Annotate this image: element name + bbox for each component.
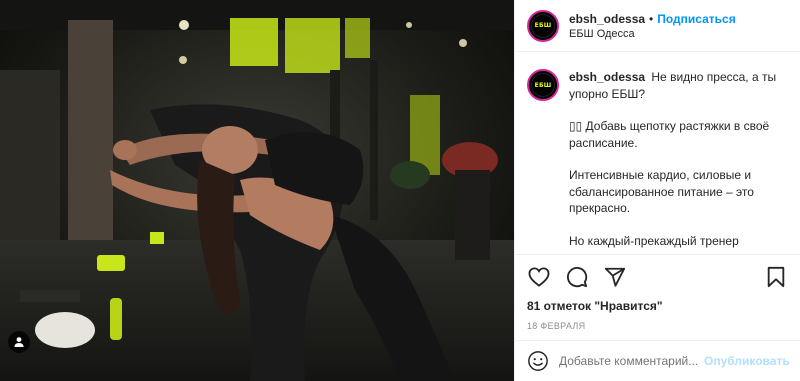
brand-logo-text: ЕБШ — [534, 81, 552, 89]
action-icons-row — [527, 265, 788, 289]
brand-logo-text: ЕБШ — [534, 22, 552, 29]
share-button[interactable] — [603, 265, 627, 289]
post-side-panel: ЕБШ ebsh_odessa • Подписаться ЕБШ Одесса… — [514, 0, 800, 381]
publish-button[interactable]: Опубликовать — [704, 354, 790, 368]
post-date[interactable]: 18 ФЕВРАЛЯ — [527, 321, 788, 331]
heart-icon — [528, 267, 550, 287]
separator-dot: • — [649, 11, 654, 26]
brand-logo: ЕБШ — [531, 13, 555, 38]
comment-button[interactable] — [565, 265, 589, 289]
post-actions: 81 отметок "Нравится" 18 ФЕВРАЛЯ — [515, 254, 800, 331]
save-button[interactable] — [764, 265, 788, 289]
tagged-users-button[interactable] — [8, 331, 30, 353]
caption-paragraph: Но каждый-прекаждый тренер — [569, 233, 739, 248]
follow-button[interactable]: Подписаться — [657, 12, 735, 26]
like-button[interactable] — [527, 265, 551, 289]
username-link[interactable]: ebsh_odessa — [569, 12, 645, 26]
caption-area: ЕБШ ebsh_odessa Не видно пресса, а ты уп… — [515, 53, 800, 253]
post-photo[interactable] — [0, 0, 514, 381]
emoji-icon — [528, 351, 548, 371]
comment-input[interactable] — [559, 354, 699, 368]
caption-text: ebsh_odessa Не видно пресса, а ты упорно… — [569, 69, 788, 249]
likes-count[interactable]: 81 отметок "Нравится" — [527, 299, 788, 313]
person-icon — [14, 337, 24, 347]
brand-logo: ЕБШ — [531, 73, 555, 97]
bookmark-icon — [767, 266, 785, 288]
avatar[interactable]: ЕБШ — [527, 9, 559, 42]
caption-username-link[interactable]: ebsh_odessa — [569, 70, 645, 84]
share-icon — [604, 267, 626, 287]
caption-comment: ЕБШ ebsh_odessa Не видно пресса, а ты уп… — [527, 69, 788, 249]
caption-paragraph: Интенсивные кардио, силовые и сбалансиро… — [569, 168, 754, 215]
caption-avatar[interactable]: ЕБШ — [527, 69, 559, 101]
comment-icon — [567, 267, 588, 288]
post-header: ЕБШ ebsh_odessa • Подписаться ЕБШ Одесса — [515, 0, 800, 52]
comment-form: Опубликовать — [515, 340, 800, 381]
location-link[interactable]: ЕБШ Одесса — [569, 28, 736, 40]
gym-stretching-photo — [0, 0, 514, 381]
emoji-button[interactable] — [527, 350, 549, 372]
header-text: ebsh_odessa • Подписаться ЕБШ Одесса — [569, 12, 736, 40]
caption-paragraph: ▯▯ Добавь щепотку растяжки в своё распис… — [569, 119, 770, 150]
